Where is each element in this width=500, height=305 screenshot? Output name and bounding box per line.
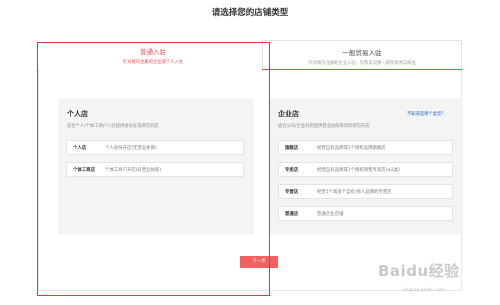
option-desc: 经营1个或多个自有/他人品牌的专营店 xyxy=(317,190,392,195)
tab-general-trade-entry[interactable]: 一般贸易入驻 针对境内注册的企业入驻，仅售卖向我一般贸易进口商品 xyxy=(262,40,462,70)
option-franchise-store[interactable]: 专营店 经营1个或多个自有/他人品牌的专营店 xyxy=(278,184,453,199)
page-title: 请选择您的店铺类型 xyxy=(211,8,289,18)
option-label: 旗舰店 xyxy=(285,146,299,151)
watermark-logo-text: Baidu经验 xyxy=(378,262,460,280)
option-desc: 经营自有品牌或1个授权销售专卖店(≥2类) xyxy=(317,168,400,173)
tab-general-trade-entry-subtitle: 针对境内注册的企业入驻，仅售卖向我一般贸易进口商品 xyxy=(308,61,416,66)
option-flagship-store[interactable]: 旗舰店 经营自有品牌或1个授权品牌旗舰店 xyxy=(278,140,453,155)
tab-divider-line xyxy=(262,69,462,70)
option-desc: 普通企业店铺 xyxy=(317,212,344,217)
watermark: Baidu经验 jingyan.baidu.com xyxy=(378,260,498,302)
option-label: 专营店 xyxy=(285,190,299,195)
tab-general-trade-entry-label: 一般贸易入驻 xyxy=(342,49,382,57)
company-store-panel[interactable]: 企业店 不知道选哪个类型? 适合公司/企业开店提供营业执照等资料即可开店 旗舰店… xyxy=(270,98,463,234)
option-label: 普通店 xyxy=(285,212,299,217)
watermark-url: jingyan.baidu.com xyxy=(403,288,445,293)
company-store-title: 企业店 xyxy=(278,110,299,118)
highlight-annotation-box xyxy=(37,42,270,296)
help-link-which-type[interactable]: 不知道选哪个类型? xyxy=(407,111,444,117)
option-desc: 经营自有品牌或1个授权品牌旗舰店 xyxy=(317,146,386,151)
option-specialty-store[interactable]: 专卖店 经营自有品牌或1个授权销售专卖店(≥2类) xyxy=(278,162,453,177)
option-general-store[interactable]: 普通店 普通企业店铺 xyxy=(278,206,453,221)
option-label: 专卖店 xyxy=(285,168,299,173)
company-store-desc: 适合公司/企业开店提供营业执照等资料即可开店 xyxy=(278,124,370,129)
